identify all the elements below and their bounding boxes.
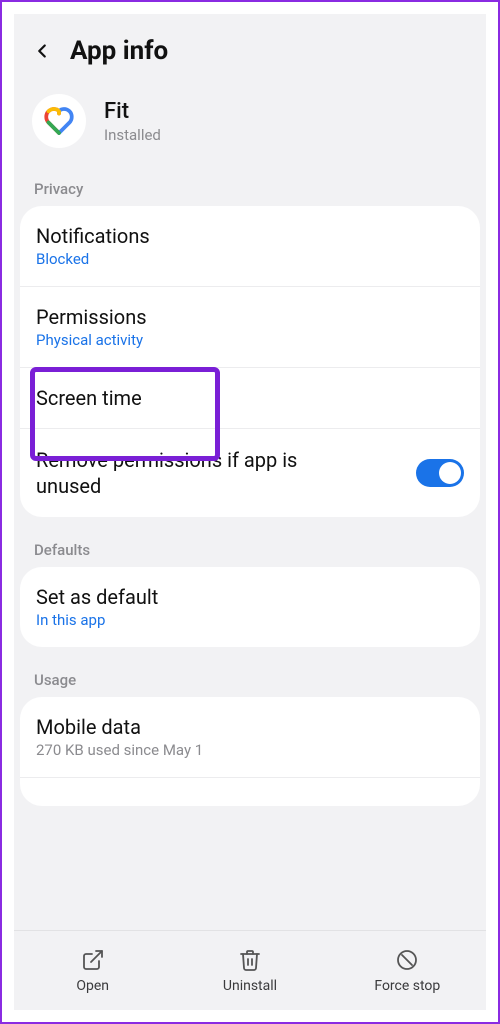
header: App info [14,14,486,80]
open-icon [81,948,105,972]
set-default-title: Set as default [36,585,464,609]
mobile-data-sub: 270 KB used since May 1 [36,741,464,759]
section-header-privacy: Privacy [14,174,486,206]
stop-icon [395,948,419,972]
back-button[interactable] [28,37,56,65]
privacy-card: Notifications Blocked Permissions Physic… [20,206,480,517]
permissions-row[interactable]: Permissions Physical activity [20,287,480,368]
permissions-sub: Physical activity [36,331,464,349]
uninstall-label: Uninstall [223,978,277,994]
app-summary: Fit Installed [14,80,486,174]
screentime-row[interactable]: Screen time [20,368,480,429]
force-stop-button[interactable]: Force stop [329,931,486,1010]
remove-permissions-row[interactable]: Remove permissions if app is unused [20,429,480,517]
app-name: Fit [104,99,161,124]
open-button[interactable]: Open [14,931,171,1010]
chevron-left-icon [31,40,53,62]
screentime-title: Screen time [36,386,464,410]
open-label: Open [76,978,109,994]
remove-permissions-toggle[interactable] [416,459,464,487]
defaults-card: Set as default In this app [20,567,480,647]
notifications-title: Notifications [36,224,464,248]
page-title: App info [70,36,168,66]
set-default-row[interactable]: Set as default In this app [20,567,480,647]
remove-permissions-title: Remove permissions if app is unused [36,447,356,499]
notifications-sub: Blocked [36,250,464,268]
app-icon [32,94,86,148]
section-header-defaults: Defaults [14,535,486,567]
truncated-row[interactable] [20,778,480,806]
mobile-data-title: Mobile data [36,715,464,739]
mobile-data-row[interactable]: Mobile data 270 KB used since May 1 [20,697,480,778]
permissions-title: Permissions [36,305,464,329]
bottom-bar: Open Uninstall Force stop [14,930,486,1010]
force-stop-label: Force stop [374,978,440,994]
uninstall-button[interactable]: Uninstall [171,931,328,1010]
app-status: Installed [104,126,161,144]
notifications-row[interactable]: Notifications Blocked [20,206,480,287]
usage-card: Mobile data 270 KB used since May 1 [20,697,480,806]
set-default-sub: In this app [36,611,464,629]
trash-icon [238,948,262,972]
google-fit-heart-icon [41,103,77,139]
section-header-usage: Usage [14,665,486,697]
